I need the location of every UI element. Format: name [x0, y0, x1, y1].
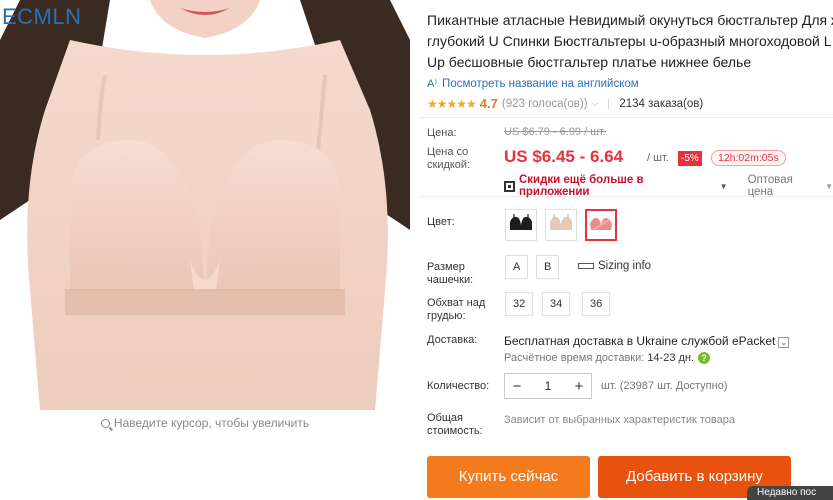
total-price-label: Общая стоимость: — [427, 412, 483, 438]
rating-value: 4.7 — [479, 96, 498, 111]
votes-count[interactable]: (923 голоса(ов)) — [502, 98, 588, 110]
color-swatch-pink[interactable] — [585, 209, 617, 241]
product-photo — [0, 0, 410, 410]
band-size-option[interactable]: 32 — [505, 292, 534, 316]
zoom-hint: Наведите курсор, чтобы увеличить — [0, 416, 410, 430]
chevron-down-icon[interactable]: ⌵ — [592, 98, 599, 109]
total-price-label-line: стоимость: — [427, 425, 483, 437]
caret-down-icon[interactable]: ▼ — [720, 182, 728, 191]
magnifier-icon — [100, 419, 110, 428]
delivery-estimate-days: 14-23 дн. — [647, 352, 695, 364]
cup-size-label-line: Размер — [427, 261, 465, 273]
cup-size-option[interactable]: B — [536, 255, 560, 279]
price-unit: / шт. — [647, 152, 669, 164]
product-info: Пикантные атласные Невидимый окунуться б… — [427, 0, 833, 111]
wholesale-price-link[interactable]: Оптовая цена — [748, 174, 822, 198]
sizing-info-text: Sizing info — [598, 260, 652, 272]
delivery-estimate: Расчётное время доставки: 14-23 дн. ? — [504, 352, 711, 364]
total-price-note: Зависит от выбранных характеристик товар… — [504, 414, 735, 426]
discount-badge: -5% — [678, 151, 702, 166]
color-swatch-nude[interactable] — [545, 209, 577, 241]
old-price: US $6.79 - 6.99 / шт. — [504, 126, 606, 138]
price-label: Цена: — [427, 127, 457, 139]
quantity-decrease-button[interactable]: − — [505, 378, 529, 395]
qr-code-icon — [504, 180, 515, 192]
shipping-label: Доставка: — [427, 334, 478, 346]
sale-price-label: Цена со скидкой: — [427, 146, 470, 172]
quantity-label: Количество: — [427, 380, 490, 392]
cup-size-label-line: чашечки: — [427, 274, 474, 286]
shipping-method-text: Бесплатная доставка в Ukraine службой eP… — [504, 334, 776, 348]
translate-icon: A⁾ — [427, 78, 438, 90]
buy-now-button[interactable]: Купить сейчас — [427, 456, 590, 498]
product-title-line: Пикантные атласные Невидимый окунуться б… — [427, 12, 833, 28]
delivery-estimate-label: Расчётное время доставки: — [504, 352, 645, 364]
product-title-line: Up бесшовные бюстгальтер платье нижнее б… — [427, 54, 752, 70]
orders-count: 2134 заказа(ов) — [619, 97, 704, 110]
sale-price-label-line: Цена со — [427, 146, 469, 158]
quantity-input[interactable]: 1 — [529, 379, 567, 393]
total-price-label-line: Общая — [427, 412, 463, 424]
app-discount-link[interactable]: Скидки ещё больше в приложении — [519, 174, 716, 198]
caret-down-icon[interactable]: ▼ — [825, 182, 833, 191]
translate-link[interactable]: A⁾ Посмотреть название на английском — [427, 77, 833, 91]
brand-watermark: ECMLN — [2, 4, 82, 29]
recently-viewed-tab[interactable]: Недавно пос — [747, 486, 833, 500]
cup-size-option[interactable]: A — [505, 255, 529, 279]
color-label: Цвет: — [427, 216, 455, 228]
sizing-info-link[interactable]: Sizing info — [578, 260, 651, 272]
stock-available: шт. (23987 шт. Доступно) — [601, 380, 728, 392]
band-size-label-line: грудью: — [427, 310, 466, 322]
chevron-down-icon[interactable]: ⌄ — [778, 337, 790, 348]
product-title-line: глубокий U Спинки Бюстгальтеры u-образны… — [427, 33, 832, 49]
translate-link-text: Посмотреть название на английском — [442, 77, 639, 90]
sale-price-label-line: скидкой: — [427, 159, 471, 171]
sale-price: US $6.45 - 6.64 — [504, 147, 624, 166]
rating-stars-icon[interactable]: ★★★★★ — [427, 97, 477, 111]
help-icon[interactable]: ? — [698, 352, 711, 364]
divider — [608, 97, 610, 110]
band-size-label-line: Обхват над — [427, 297, 486, 309]
app-discount-row: Скидки ещё больше в приложении ▼ Оптовая… — [504, 174, 833, 198]
shipping-method[interactable]: Бесплатная доставка в Ukraine службой eP… — [504, 334, 790, 348]
quantity-increase-button[interactable]: + — [567, 378, 591, 395]
color-swatch-black[interactable] — [505, 209, 537, 241]
band-size-option[interactable]: 34 — [542, 292, 571, 316]
zoom-hint-text: Наведите курсор, чтобы увеличить — [113, 416, 310, 430]
price-section: Цена: US $6.79 - 6.99 / шт. Цена со скид… — [419, 117, 833, 198]
product-title: Пикантные атласные Невидимый окунуться б… — [427, 10, 833, 73]
rating-row: ★★★★★ 4.7 (923 голоса(ов)) ⌵ 2134 заказа… — [427, 96, 833, 111]
countdown-timer: 12h:02m:05s — [711, 150, 786, 166]
cup-size-label: Размер чашечки: — [427, 261, 473, 287]
product-main-image[interactable]: ECMLN — [0, 0, 410, 410]
band-size-option[interactable]: 36 — [582, 292, 611, 316]
quantity-stepper: − 1 + — [504, 373, 592, 399]
band-size-label: Обхват над грудью: — [427, 297, 485, 323]
ruler-icon — [578, 263, 594, 269]
